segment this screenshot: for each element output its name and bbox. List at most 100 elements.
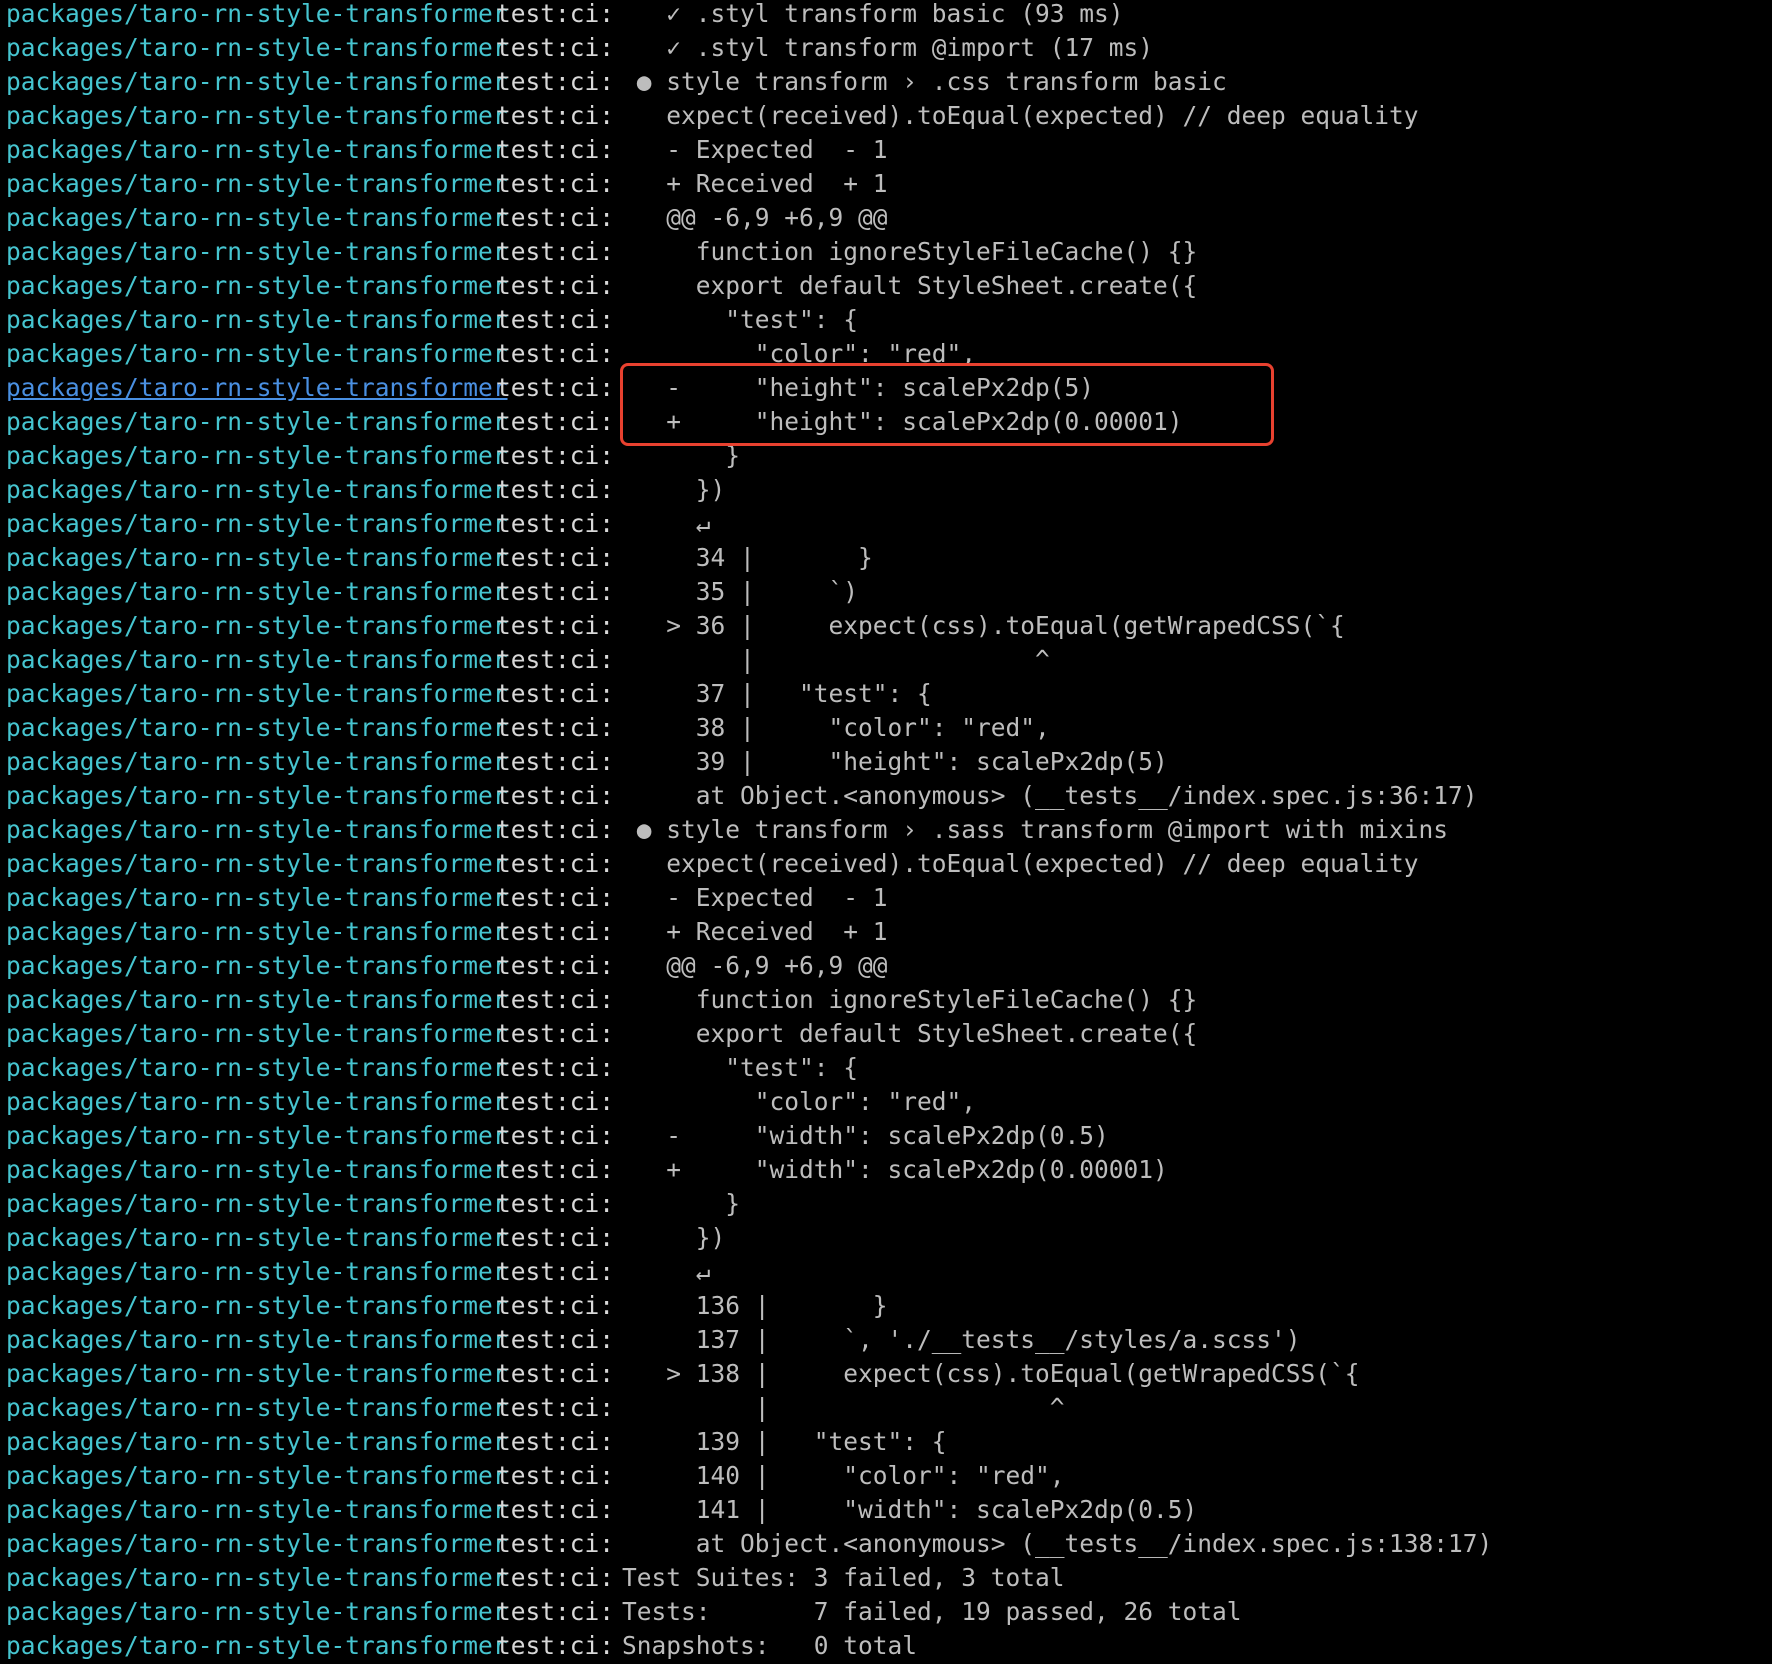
terminal-line: packages/taro-rn-style-transformer test:c… (0, 1289, 1772, 1323)
package-prefix: packages/taro-rn-style-transformer (6, 305, 508, 334)
script-name: test:ci: (496, 747, 615, 776)
package-prefix: packages/taro-rn-style-transformer (6, 1427, 508, 1456)
package-prefix: packages/taro-rn-style-transformer (6, 1597, 508, 1626)
terminal-line: packages/taro-rn-style-transformer test:c… (0, 1425, 1772, 1459)
terminal-line: packages/taro-rn-style-transformer test:c… (0, 1255, 1772, 1289)
terminal-output[interactable]: packages/taro-rn-style-transformer test:c… (0, 0, 1772, 1664)
terminal-line: packages/taro-rn-style-transformer test:c… (0, 1561, 1772, 1595)
package-prefix: packages/taro-rn-style-transformer (6, 237, 508, 266)
terminal-line: packages/taro-rn-style-transformer test:c… (0, 201, 1772, 235)
line-content: export default StyleSheet.create({ (622, 271, 1198, 300)
package-prefix: packages/taro-rn-style-transformer (6, 1495, 508, 1524)
line-content: + Received + 1 (622, 169, 888, 198)
line-content: 139 | "test": { (622, 1427, 947, 1456)
package-prefix: packages/taro-rn-style-transformer (6, 849, 508, 878)
line-content: ● style transform › .sass transform @imp… (622, 815, 1449, 844)
package-prefix: packages/taro-rn-style-transformer (6, 1155, 508, 1184)
script-name: test:ci: (496, 475, 615, 504)
script-name: test:ci: (496, 169, 615, 198)
terminal-line: packages/taro-rn-style-transformer test:c… (0, 1493, 1772, 1527)
package-prefix: packages/taro-rn-style-transformer (6, 985, 508, 1014)
package-prefix: packages/taro-rn-style-transformer (6, 611, 508, 640)
terminal-line: packages/taro-rn-style-transformer test:c… (0, 1595, 1772, 1629)
line-content: 38 | "color": "red", (622, 713, 1050, 742)
line-content: @@ -6,9 +6,9 @@ (622, 951, 888, 980)
line-content: > 36 | expect(css).toEqual(getWrapedCSS(… (622, 611, 1345, 640)
terminal-line: packages/taro-rn-style-transformer test:c… (0, 575, 1772, 609)
package-prefix: packages/taro-rn-style-transformer (6, 101, 508, 130)
package-prefix: packages/taro-rn-style-transformer (6, 1529, 508, 1558)
package-prefix: packages/taro-rn-style-transformer (6, 815, 508, 844)
package-prefix: packages/taro-rn-style-transformer (6, 1631, 508, 1660)
terminal-line: packages/taro-rn-style-transformer test:c… (0, 541, 1772, 575)
script-name: test:ci: (496, 1529, 615, 1558)
line-content: export default StyleSheet.create({ (622, 1019, 1198, 1048)
terminal-line: packages/taro-rn-style-transformer test:c… (0, 0, 1772, 31)
package-prefix: packages/taro-rn-style-transformer (6, 713, 508, 742)
package-prefix: packages/taro-rn-style-transformer (6, 951, 508, 980)
line-content: + "width": scalePx2dp(0.00001) (622, 1155, 1168, 1184)
terminal-line: packages/taro-rn-style-transformer test:c… (0, 643, 1772, 677)
script-name: test:ci: (496, 237, 615, 266)
package-prefix: packages/taro-rn-style-transformer (6, 1563, 508, 1592)
script-name: test:ci: (496, 101, 615, 130)
package-prefix: packages/taro-rn-style-transformer (6, 1087, 508, 1116)
terminal-line: packages/taro-rn-style-transformer test:c… (0, 677, 1772, 711)
package-prefix: packages/taro-rn-style-transformer (6, 509, 508, 538)
line-content: 136 | } (622, 1291, 888, 1320)
package-prefix: packages/taro-rn-style-transformer (6, 1053, 508, 1082)
terminal-line: packages/taro-rn-style-transformer test:c… (0, 1391, 1772, 1425)
line-content: 37 | "test": { (622, 679, 932, 708)
script-name: test:ci: (496, 849, 615, 878)
terminal-line: packages/taro-rn-style-transformer test:c… (0, 1119, 1772, 1153)
line-content: at Object.<anonymous> (__tests__/index.s… (622, 1529, 1493, 1558)
terminal-line: packages/taro-rn-style-transformer test:c… (0, 983, 1772, 1017)
package-prefix: packages/taro-rn-style-transformer (6, 33, 508, 62)
highlight-annotation-box (620, 363, 1274, 446)
terminal-line: packages/taro-rn-style-transformer test:c… (0, 1357, 1772, 1391)
line-content: "test": { (622, 305, 859, 334)
package-prefix: packages/taro-rn-style-transformer (6, 475, 508, 504)
package-prefix: packages/taro-rn-style-transformer (6, 577, 508, 606)
script-name: test:ci: (496, 577, 615, 606)
package-prefix: packages/taro-rn-style-transformer (6, 747, 508, 776)
package-prefix: packages/taro-rn-style-transformer (6, 1121, 508, 1150)
script-name: test:ci: (496, 713, 615, 742)
package-prefix: packages/taro-rn-style-transformer (6, 1257, 508, 1286)
script-name: test:ci: (496, 0, 615, 28)
line-content: 137 | `, './__tests__/styles/a.scss') (622, 1325, 1301, 1354)
package-prefix: packages/taro-rn-style-transformer (6, 135, 508, 164)
line-content: Snapshots: 0 total (622, 1631, 918, 1660)
terminal-line: packages/taro-rn-style-transformer test:c… (0, 473, 1772, 507)
script-name: test:ci: (496, 1155, 615, 1184)
package-path-link[interactable]: packages/taro-rn-style-transformer (6, 371, 508, 405)
terminal-line: packages/taro-rn-style-transformer test:c… (0, 1017, 1772, 1051)
terminal-line: packages/taro-rn-style-transformer test:c… (0, 847, 1772, 881)
terminal-line: packages/taro-rn-style-transformer test:c… (0, 65, 1772, 99)
line-content: expect(received).toEqual(expected) // de… (622, 101, 1419, 130)
script-name: test:ci: (496, 781, 615, 810)
terminal-line: packages/taro-rn-style-transformer test:c… (0, 1527, 1772, 1561)
terminal-line: packages/taro-rn-style-transformer test:c… (0, 1221, 1772, 1255)
line-content: "test": { (622, 1053, 859, 1082)
package-prefix: packages/taro-rn-style-transformer (6, 1325, 508, 1354)
script-name: test:ci: (496, 543, 615, 572)
package-prefix: packages/taro-rn-style-transformer (6, 203, 508, 232)
terminal-line: packages/taro-rn-style-transformer test:c… (0, 1051, 1772, 1085)
terminal-line: packages/taro-rn-style-transformer test:c… (0, 745, 1772, 779)
package-prefix: packages/taro-rn-style-transformer (6, 1291, 508, 1320)
package-prefix: packages/taro-rn-style-transformer (6, 339, 508, 368)
script-name: test:ci: (496, 645, 615, 674)
package-prefix: packages/taro-rn-style-transformer (6, 1189, 508, 1218)
terminal-line: packages/taro-rn-style-transformer test:c… (0, 915, 1772, 949)
script-name: test:ci: (496, 951, 615, 980)
terminal-line: packages/taro-rn-style-transformer test:c… (0, 881, 1772, 915)
script-name: test:ci: (496, 441, 615, 470)
terminal-line: packages/taro-rn-style-transformer test:c… (0, 167, 1772, 201)
package-prefix: packages/taro-rn-style-transformer (6, 679, 508, 708)
line-content: }) (622, 475, 726, 504)
script-name: test:ci: (496, 1189, 615, 1218)
terminal-line: packages/taro-rn-style-transformer test:c… (0, 507, 1772, 541)
terminal-line: packages/taro-rn-style-transformer test:c… (0, 31, 1772, 65)
script-name: test:ci: (496, 883, 615, 912)
